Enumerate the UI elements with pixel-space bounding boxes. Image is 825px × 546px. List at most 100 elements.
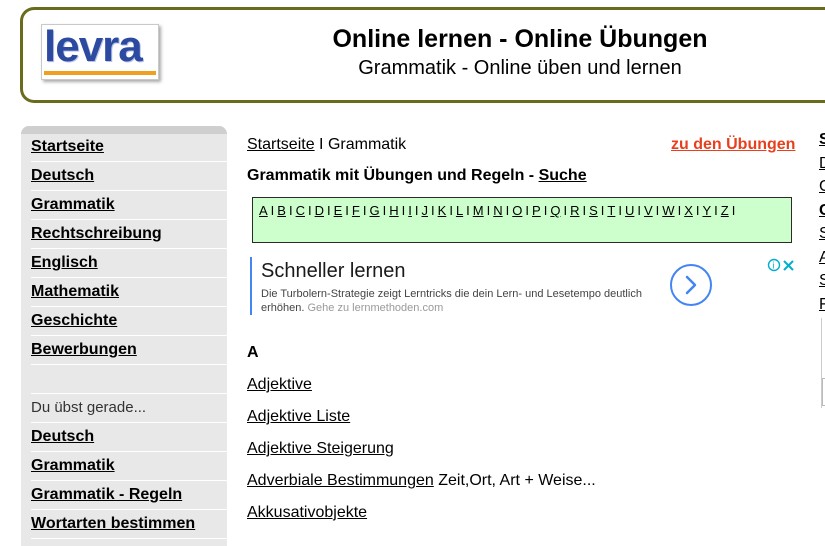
sidebar-item-englisch[interactable]: Englisch: [31, 249, 227, 278]
sidebar-item-bewerbungen[interactable]: Bewerbungen: [31, 336, 227, 365]
page-subtitle: Grammatik - Online üben und lernen: [358, 57, 682, 79]
list-item: Akkusativobjekte: [247, 504, 367, 522]
current-topic-link[interactable]: Deutsch: [31, 428, 94, 445]
alphabet-separator: I: [695, 203, 700, 218]
sidebar-item-label[interactable]: Bewerbungen: [31, 341, 137, 358]
chevron-right-icon[interactable]: [670, 264, 712, 306]
entry-link[interactable]: Adverbiale Bestimmungen: [247, 472, 434, 489]
ad-url[interactable]: Gehe zu lernmethoden.com: [308, 302, 444, 314]
alphabet-letter-a[interactable]: A: [259, 203, 268, 218]
alphabet-letter-e[interactable]: E: [334, 203, 343, 218]
alphabet-letter-n[interactable]: N: [493, 203, 502, 218]
search-link[interactable]: Suche: [539, 167, 587, 184]
current-topic-label: Du übst gerade...: [31, 394, 227, 423]
alphabet-letter-x[interactable]: X: [684, 203, 693, 218]
right-column-item[interactable]: G: [819, 199, 825, 223]
alphabet-letter-t[interactable]: T: [607, 203, 615, 218]
alphabet-letter-c[interactable]: C: [296, 203, 305, 218]
right-column-item[interactable]: G: [819, 175, 825, 199]
right-column-item[interactable]: F: [819, 293, 825, 317]
breadcrumb: Startseite I Grammatik: [247, 136, 406, 154]
alphabet-separator: I: [714, 203, 718, 218]
right-column-item[interactable]: S: [819, 269, 825, 293]
alphabet-letter-v[interactable]: V: [644, 203, 653, 218]
alphabet-letter-p[interactable]: P: [532, 203, 541, 218]
alphabet-separator: I: [345, 203, 349, 218]
sidebar-item-label[interactable]: Englisch: [31, 254, 98, 271]
alphabet-separator: I: [505, 203, 510, 218]
current-topic-link[interactable]: Grammatik - Regeln: [31, 486, 182, 503]
alphabet-separator: I: [582, 203, 587, 218]
alphabet-letter-b[interactable]: B: [277, 203, 286, 218]
ad-choices-icon[interactable]: i: [767, 258, 797, 272]
right-column-item[interactable]: D: [819, 152, 825, 176]
right-column-item[interactable]: S: [819, 222, 825, 246]
alphabet-separator: I: [731, 203, 736, 218]
alphabet-letter-f[interactable]: F: [352, 203, 360, 218]
svg-text:i: i: [772, 261, 775, 271]
ad-title[interactable]: Schneller lernen: [261, 260, 406, 283]
alphabet-letter-i[interactable]: I: [408, 203, 412, 218]
exercises-link[interactable]: zu den Übungen: [671, 136, 795, 154]
ad-banner[interactable]: Schneller lernen Die Turbolern-Strategie…: [250, 257, 798, 315]
sidebar-item-startseite[interactable]: Startseite: [31, 133, 227, 162]
entry-link[interactable]: Adjektive Liste: [247, 408, 350, 425]
sidebar-item-label[interactable]: Rechtschreibung: [31, 225, 162, 242]
current-topic-link[interactable]: Wortarten bestimmen: [31, 515, 195, 532]
right-column-item[interactable]: A: [819, 246, 825, 270]
sidebar-item-geschichte[interactable]: Geschichte: [31, 307, 227, 336]
sidebar-item-label[interactable]: Geschichte: [31, 312, 117, 329]
breadcrumb-home[interactable]: Startseite: [247, 136, 315, 153]
alphabet-index: AIBICIDIEIFIGIHIIIJIKILIMINIOIPIQIRISITI…: [252, 197, 792, 243]
alphabet-letter-l[interactable]: L: [456, 203, 463, 218]
sidebar-item-rechtschreibung[interactable]: Rechtschreibung: [31, 220, 227, 249]
alphabet-separator: I: [362, 203, 367, 218]
current-topic-item[interactable]: Grammatik: [31, 452, 227, 481]
alphabet-letter-z[interactable]: Z: [721, 203, 729, 218]
current-topic-link[interactable]: Grammatik: [31, 457, 115, 474]
alphabet-letter-y[interactable]: Y: [702, 203, 711, 218]
alphabet-letter-k[interactable]: K: [438, 203, 447, 218]
heading-text: Grammatik mit Übungen und Regeln -: [247, 167, 539, 184]
right-column-item[interactable]: S: [819, 128, 825, 152]
entry-note: Zeit,Ort, Art + Weise...: [433, 472, 596, 489]
alphabet-separator: I: [327, 203, 331, 218]
alphabet-letter-s[interactable]: S: [589, 203, 598, 218]
alphabet-letter-r[interactable]: R: [570, 203, 579, 218]
alphabet-separator: I: [288, 203, 293, 218]
list-item: Adverbiale Bestimmungen Zeit,Ort, Art + …: [247, 472, 596, 490]
sidebar-item-label[interactable]: Startseite: [31, 138, 104, 155]
sidebar-item-label[interactable]: Grammatik: [31, 196, 115, 213]
sidebar-item-mathematik[interactable]: Mathematik: [31, 278, 227, 307]
alphabet-separator: I: [449, 203, 453, 218]
entry-link[interactable]: Adjektive Steigerung: [247, 440, 394, 457]
entry-link[interactable]: Akkusativobjekte: [247, 504, 367, 521]
current-topic-item[interactable]: Deutsch: [31, 423, 227, 452]
alphabet-letter-d[interactable]: D: [315, 203, 324, 218]
entry-link[interactable]: Adjektive: [247, 376, 312, 393]
alphabet-separator: I: [382, 203, 387, 218]
alphabet-letter-u[interactable]: U: [625, 203, 634, 218]
alphabet-letter-q[interactable]: Q: [550, 203, 560, 218]
alphabet-separator: I: [414, 203, 419, 218]
alphabet-letter-m[interactable]: M: [473, 203, 484, 218]
list-item: Adjektive Steigerung: [247, 440, 394, 458]
alphabet-letter-w[interactable]: W: [662, 203, 674, 218]
alphabet-letter-o[interactable]: O: [512, 203, 522, 218]
sidebar-item-label[interactable]: Mathematik: [31, 283, 119, 300]
sidebar: Startseite Deutsch Grammatik Rechtschreibun…: [21, 126, 227, 546]
sidebar-item-label[interactable]: Deutsch: [31, 167, 94, 184]
current-topic-item[interactable]: Grammatik - Regeln: [31, 481, 227, 510]
list-item: Adjektive Liste: [247, 408, 350, 426]
section-heading: Grammatik mit Übungen und Regeln - Suche: [247, 167, 587, 185]
sidebar-item-grammatik[interactable]: Grammatik: [31, 191, 227, 220]
alphabet-letter-j[interactable]: J: [422, 203, 429, 218]
current-topic-item[interactable]: Wortarten bestimmen: [31, 510, 227, 539]
alphabet-separator: I: [637, 203, 641, 218]
list-item: Adjektive: [247, 376, 312, 394]
alphabet-letter-g[interactable]: G: [370, 203, 380, 218]
section-letter: A: [247, 344, 259, 361]
alphabet-separator: I: [618, 203, 622, 218]
alphabet-letter-h[interactable]: H: [389, 203, 398, 218]
sidebar-item-deutsch[interactable]: Deutsch: [31, 162, 227, 191]
